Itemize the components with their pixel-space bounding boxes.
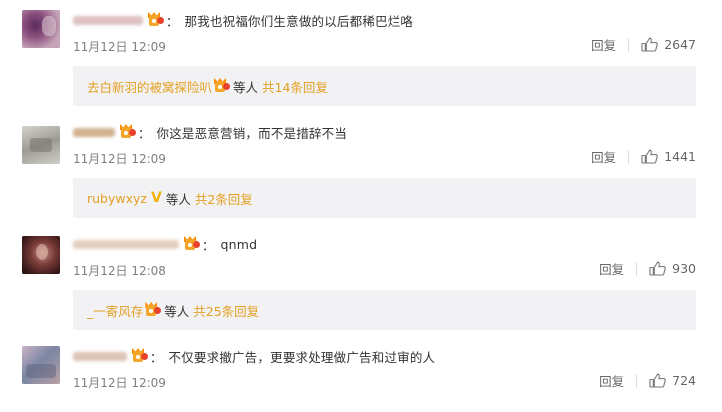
timestamp: 11月12日 12:09 <box>73 376 166 390</box>
avatar[interactable] <box>22 346 60 384</box>
comment-actions: 回复 930 <box>599 259 696 278</box>
comment-header: ： 你这是恶意营销，而不是措辞不当 <box>73 123 347 141</box>
reply-button[interactable]: 回复 <box>599 371 624 390</box>
timestamp: 11月12日 12:09 <box>73 40 166 54</box>
reply-button[interactable]: 回复 <box>599 259 624 278</box>
comment-text: 那我也祝福你们生意做的以后都稀巴烂咯 <box>184 13 414 29</box>
sub-replies-box[interactable]: rubywxyz V 等人 共2条回复 <box>73 178 696 218</box>
like-button[interactable]: 1441 <box>641 149 696 164</box>
comment-header: ： 那我也祝福你们生意做的以后都稀巴烂咯 <box>73 11 413 29</box>
vip-badge-icon <box>132 348 148 364</box>
thumbs-up-icon <box>649 261 666 276</box>
separator: ： <box>202 237 215 253</box>
reply-button[interactable]: 回复 <box>591 35 616 54</box>
like-button[interactable]: 930 <box>649 261 696 276</box>
vip-badge-icon <box>184 236 200 252</box>
divider <box>628 149 630 164</box>
sub-reply-count-link[interactable]: 共14条回复 <box>262 77 328 96</box>
like-button[interactable]: 724 <box>649 373 696 388</box>
avatar[interactable] <box>22 236 60 274</box>
vip-badge-icon <box>120 124 136 140</box>
timestamp: 11月12日 12:08 <box>73 264 166 278</box>
sub-reply-etc-label: 等人 <box>164 303 190 319</box>
sub-reply-count-link[interactable]: 共2条回复 <box>195 189 253 208</box>
divider <box>636 261 638 276</box>
avatar[interactable] <box>22 126 60 164</box>
separator: ： <box>150 349 163 365</box>
like-count: 930 <box>672 261 696 276</box>
vip-badge-icon <box>214 78 231 94</box>
avatar[interactable] <box>22 10 60 48</box>
reply-button[interactable]: 回复 <box>591 147 616 166</box>
comment-actions: 回复 2647 <box>591 35 696 54</box>
thumbs-up-icon <box>649 373 666 388</box>
comment-text: 不仅要求撤广告，更要求处理做广告和过审的人 <box>168 349 436 365</box>
separator: ： <box>166 13 179 29</box>
username-blurred[interactable] <box>73 15 143 25</box>
verified-v-icon: V <box>150 190 162 206</box>
like-count: 2647 <box>664 37 696 52</box>
divider <box>636 373 638 388</box>
vip-badge-icon <box>148 12 164 28</box>
timestamp: 11月12日 12:09 <box>73 152 166 166</box>
sub-reply-user-link[interactable]: rubywxyz <box>87 191 147 206</box>
thumbs-up-icon <box>641 149 658 164</box>
username-blurred[interactable] <box>73 351 127 361</box>
separator: ： <box>138 125 151 141</box>
thumbs-up-icon <box>641 37 658 52</box>
sub-reply-user-link[interactable]: _一寄风存 <box>87 301 143 320</box>
comment-header: ： 不仅要求撤广告，更要求处理做广告和过审的人 <box>73 347 435 365</box>
username-blurred[interactable] <box>73 239 179 249</box>
sub-reply-etc-label: 等人 <box>233 79 259 95</box>
comment-feed: ： 那我也祝福你们生意做的以后都稀巴烂咯 11月12日 12:09 回复 264… <box>0 0 722 412</box>
sub-reply-count-link[interactable]: 共25条回复 <box>193 301 259 320</box>
divider <box>628 37 630 52</box>
vip-badge-icon <box>145 302 162 318</box>
comment-text: 你这是恶意营销，而不是措辞不当 <box>156 125 348 141</box>
like-button[interactable]: 2647 <box>641 37 696 52</box>
like-count: 724 <box>672 373 696 388</box>
username-blurred[interactable] <box>73 127 115 137</box>
comment-header: ： qnmd <box>73 235 257 253</box>
sub-reply-etc-label: 等人 <box>165 191 191 207</box>
sub-replies-box[interactable]: 去白新羽的被窝探险叭 等人 共14条回复 <box>73 66 696 106</box>
comment-text: qnmd <box>220 236 258 252</box>
sub-reply-user-link[interactable]: 去白新羽的被窝探险叭 <box>87 77 212 96</box>
comment-actions: 回复 1441 <box>591 147 696 166</box>
like-count: 1441 <box>664 149 696 164</box>
comment-actions: 回复 724 <box>599 371 696 390</box>
sub-replies-box[interactable]: _一寄风存 等人 共25条回复 <box>73 290 696 330</box>
